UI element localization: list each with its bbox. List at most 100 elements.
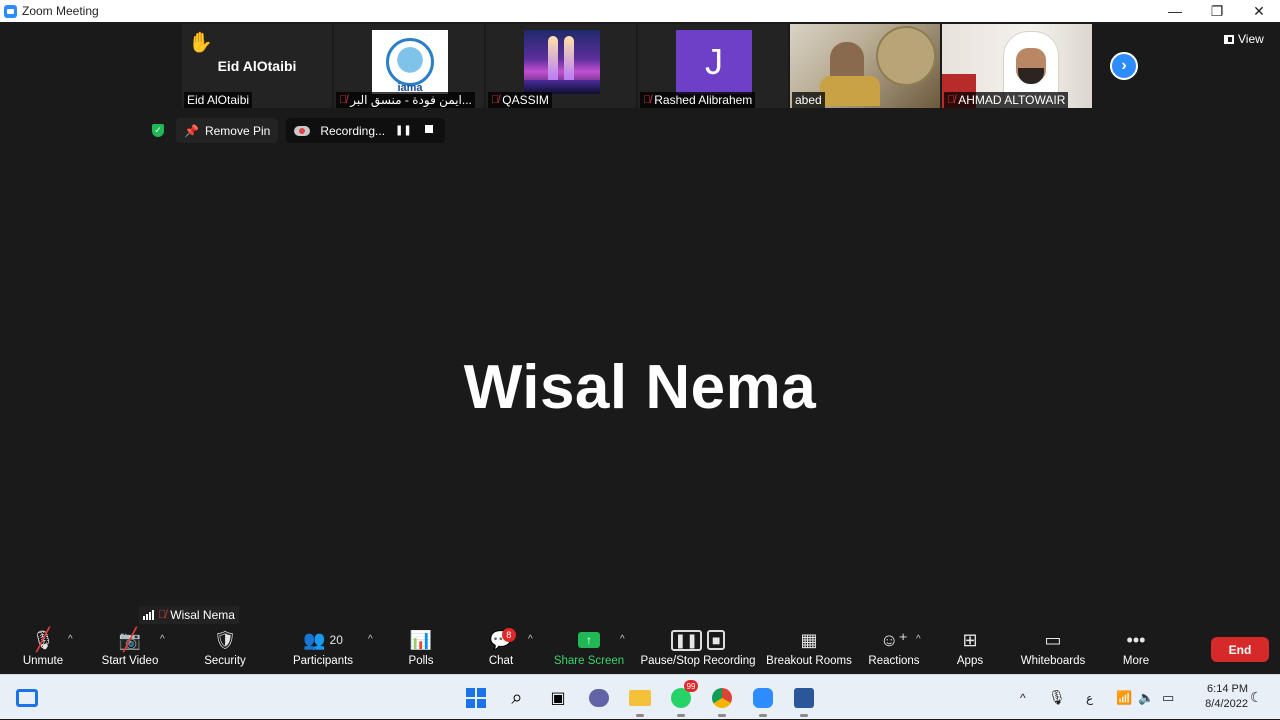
whatsapp-badge: 99 bbox=[684, 680, 698, 692]
pause-stop-recording-button[interactable]: ❚❚ ■ Pause/Stop Recording bbox=[640, 626, 756, 674]
share-screen-icon: ↑ bbox=[578, 626, 600, 654]
participant-name-label: abed bbox=[792, 92, 825, 108]
breakout-rooms-button[interactable]: ▦ Breakout Rooms bbox=[766, 626, 852, 674]
globe-logo-icon bbox=[386, 38, 434, 86]
stop-recording-icon[interactable] bbox=[421, 125, 437, 136]
reactions-label: Reactions bbox=[868, 655, 920, 667]
chat-button[interactable]: 💬 8 Chat bbox=[480, 626, 522, 674]
task-view-icon[interactable]: ▣ bbox=[543, 683, 573, 713]
signal-bars-icon bbox=[143, 610, 154, 620]
video-off-icon: 📷 ╱ bbox=[118, 627, 142, 652]
chrome-icon[interactable] bbox=[707, 683, 737, 717]
view-label: View bbox=[1238, 32, 1264, 46]
running-indicator bbox=[759, 714, 767, 717]
polls-button[interactable]: 📊 Polls bbox=[400, 626, 442, 674]
security-label: Security bbox=[204, 655, 246, 667]
participant-big-name: Eid AlOtaibi bbox=[217, 58, 297, 74]
participant-strip: ✋ Eid AlOtaibi Eid AlOtaibi iama 🎙̸ ايمن … bbox=[182, 24, 1092, 108]
pause-recording-icon[interactable]: ❚❚ bbox=[395, 125, 412, 136]
remove-pin-button[interactable]: 📌 Remove Pin bbox=[176, 118, 279, 143]
whatsapp-icon[interactable]: 99 bbox=[666, 680, 698, 717]
audio-options-chevron-icon[interactable]: ^ bbox=[68, 634, 73, 645]
chat-badge: 8 bbox=[501, 628, 516, 642]
running-indicator bbox=[636, 714, 644, 717]
wall-emblem bbox=[876, 26, 936, 86]
share-options-chevron-icon[interactable]: ^ bbox=[620, 634, 625, 645]
participant-tile[interactable]: J 🎙̸ Rashed Alibrahem bbox=[638, 24, 788, 108]
running-indicator bbox=[800, 714, 808, 717]
view-button[interactable]: View bbox=[1224, 32, 1264, 46]
participants-button[interactable]: 👥 20 Participants bbox=[290, 626, 356, 674]
meeting-stage: ✋ Eid AlOtaibi Eid AlOtaibi iama 🎙̸ ايمن … bbox=[0, 22, 1280, 626]
next-page-chevron-icon[interactable]: › bbox=[1110, 52, 1138, 80]
close-button[interactable]: ✕ bbox=[1238, 0, 1280, 22]
wifi-icon[interactable]: 📶 bbox=[1116, 675, 1132, 720]
clock-time: 6:14 PM bbox=[1207, 683, 1248, 695]
notifications-icon[interactable]: ☾ bbox=[1250, 675, 1263, 720]
shield-icon: 🛡 bbox=[213, 629, 237, 650]
more-button[interactable]: ••• More bbox=[1116, 626, 1156, 674]
apps-button[interactable]: ⊞ Apps bbox=[950, 626, 990, 674]
mic-muted-icon: 🎙̸ bbox=[158, 609, 167, 621]
participants-options-chevron-icon[interactable]: ^ bbox=[368, 634, 373, 645]
file-explorer-icon[interactable] bbox=[625, 683, 655, 717]
running-indicator bbox=[677, 714, 685, 717]
widgets-icon[interactable] bbox=[12, 683, 42, 713]
video-options-chevron-icon[interactable]: ^ bbox=[160, 634, 165, 645]
encryption-shield-icon[interactable]: ✓ bbox=[148, 121, 168, 141]
share-screen-button[interactable]: ↑ Share Screen bbox=[554, 626, 624, 674]
end-meeting-button[interactable]: End bbox=[1211, 637, 1269, 662]
show-hidden-icons-chevron-icon[interactable]: ^ bbox=[1020, 675, 1026, 720]
polls-label: Polls bbox=[408, 655, 434, 667]
language-indicator[interactable]: ع bbox=[1086, 675, 1093, 720]
participants-label: Participants bbox=[292, 655, 354, 667]
participant-name-label: 🎙̸ QASSIM bbox=[488, 92, 552, 108]
person-shirt bbox=[820, 76, 880, 106]
start-video-label: Start Video bbox=[101, 655, 159, 667]
participant-tile[interactable]: iama 🎙̸ ايمن فودة - منسق البر... bbox=[334, 24, 484, 108]
word-icon[interactable] bbox=[789, 683, 819, 717]
participant-name-label: 🎙̸ Rashed Alibrahem bbox=[640, 92, 756, 108]
reactions-options-chevron-icon[interactable]: ^ bbox=[916, 634, 921, 645]
taskbar-clock[interactable]: 6:14 PM 8/4/2022 bbox=[1184, 682, 1248, 712]
unmute-button[interactable]: 🎙 ╱ Unmute bbox=[18, 626, 68, 674]
participant-name-label: 🎙̸ AHMAD ALTOWAIR bbox=[944, 92, 1069, 108]
battery-icon[interactable]: ▭ bbox=[1162, 675, 1174, 720]
participant-video-tile[interactable]: abed bbox=[790, 24, 940, 108]
apps-label: Apps bbox=[956, 655, 984, 667]
participant-tile[interactable]: 🎙̸ QASSIM bbox=[486, 24, 636, 108]
participant-logo-image: iama bbox=[372, 30, 448, 94]
whiteboards-button[interactable]: ▭ Whiteboards bbox=[1018, 626, 1088, 674]
teams-chat-icon[interactable] bbox=[584, 683, 614, 713]
microphone-icon[interactable]: 🎙 bbox=[1048, 675, 1066, 720]
minimize-button[interactable]: — bbox=[1154, 0, 1196, 22]
start-windows-icon[interactable] bbox=[461, 683, 491, 713]
breakout-rooms-grid-icon: ▦ bbox=[800, 629, 818, 650]
unmute-label: Unmute bbox=[22, 655, 64, 667]
volume-icon[interactable]: 🔈 bbox=[1138, 675, 1154, 720]
search-icon[interactable]: ⌕ bbox=[502, 683, 532, 713]
start-video-button[interactable]: 📷 ╱ Start Video bbox=[98, 626, 162, 674]
tower-shape bbox=[548, 36, 558, 80]
tower-shape bbox=[564, 36, 574, 80]
mic-muted-icon: 🎙 ╱ bbox=[31, 627, 55, 652]
restore-button[interactable]: ❐ bbox=[1196, 0, 1238, 22]
polls-bar-icon: 📊 bbox=[409, 629, 433, 650]
active-speaker-name: Wisal Nema bbox=[463, 353, 817, 422]
participants-count: 20 bbox=[329, 633, 343, 647]
participants-icon: 👥 20 bbox=[303, 629, 343, 650]
participant-video-tile[interactable]: 🎙̸ AHMAD ALTOWAIR bbox=[942, 24, 1092, 108]
participant-name: AHMAD ALTOWAIR bbox=[958, 93, 1066, 107]
reactions-button[interactable]: ☺⁺ Reactions bbox=[866, 626, 922, 674]
pause-stop-recording-label: Pause/Stop Recording bbox=[640, 655, 756, 667]
participant-tile[interactable]: ✋ Eid AlOtaibi Eid AlOtaibi bbox=[182, 24, 332, 108]
mic-muted-icon: 🎙̸ bbox=[643, 94, 652, 106]
zoom-taskbar-icon[interactable] bbox=[748, 683, 778, 717]
running-indicator bbox=[718, 714, 726, 717]
participant-name-label: 🎙̸ ايمن فودة - منسق البر... bbox=[336, 92, 475, 108]
security-button[interactable]: 🛡 Security bbox=[200, 626, 250, 674]
clock-date: 8/4/2022 bbox=[1205, 698, 1248, 710]
participant-name: abed bbox=[795, 93, 822, 107]
mic-muted-icon: 🎙̸ bbox=[947, 94, 956, 106]
chat-options-chevron-icon[interactable]: ^ bbox=[528, 634, 533, 645]
